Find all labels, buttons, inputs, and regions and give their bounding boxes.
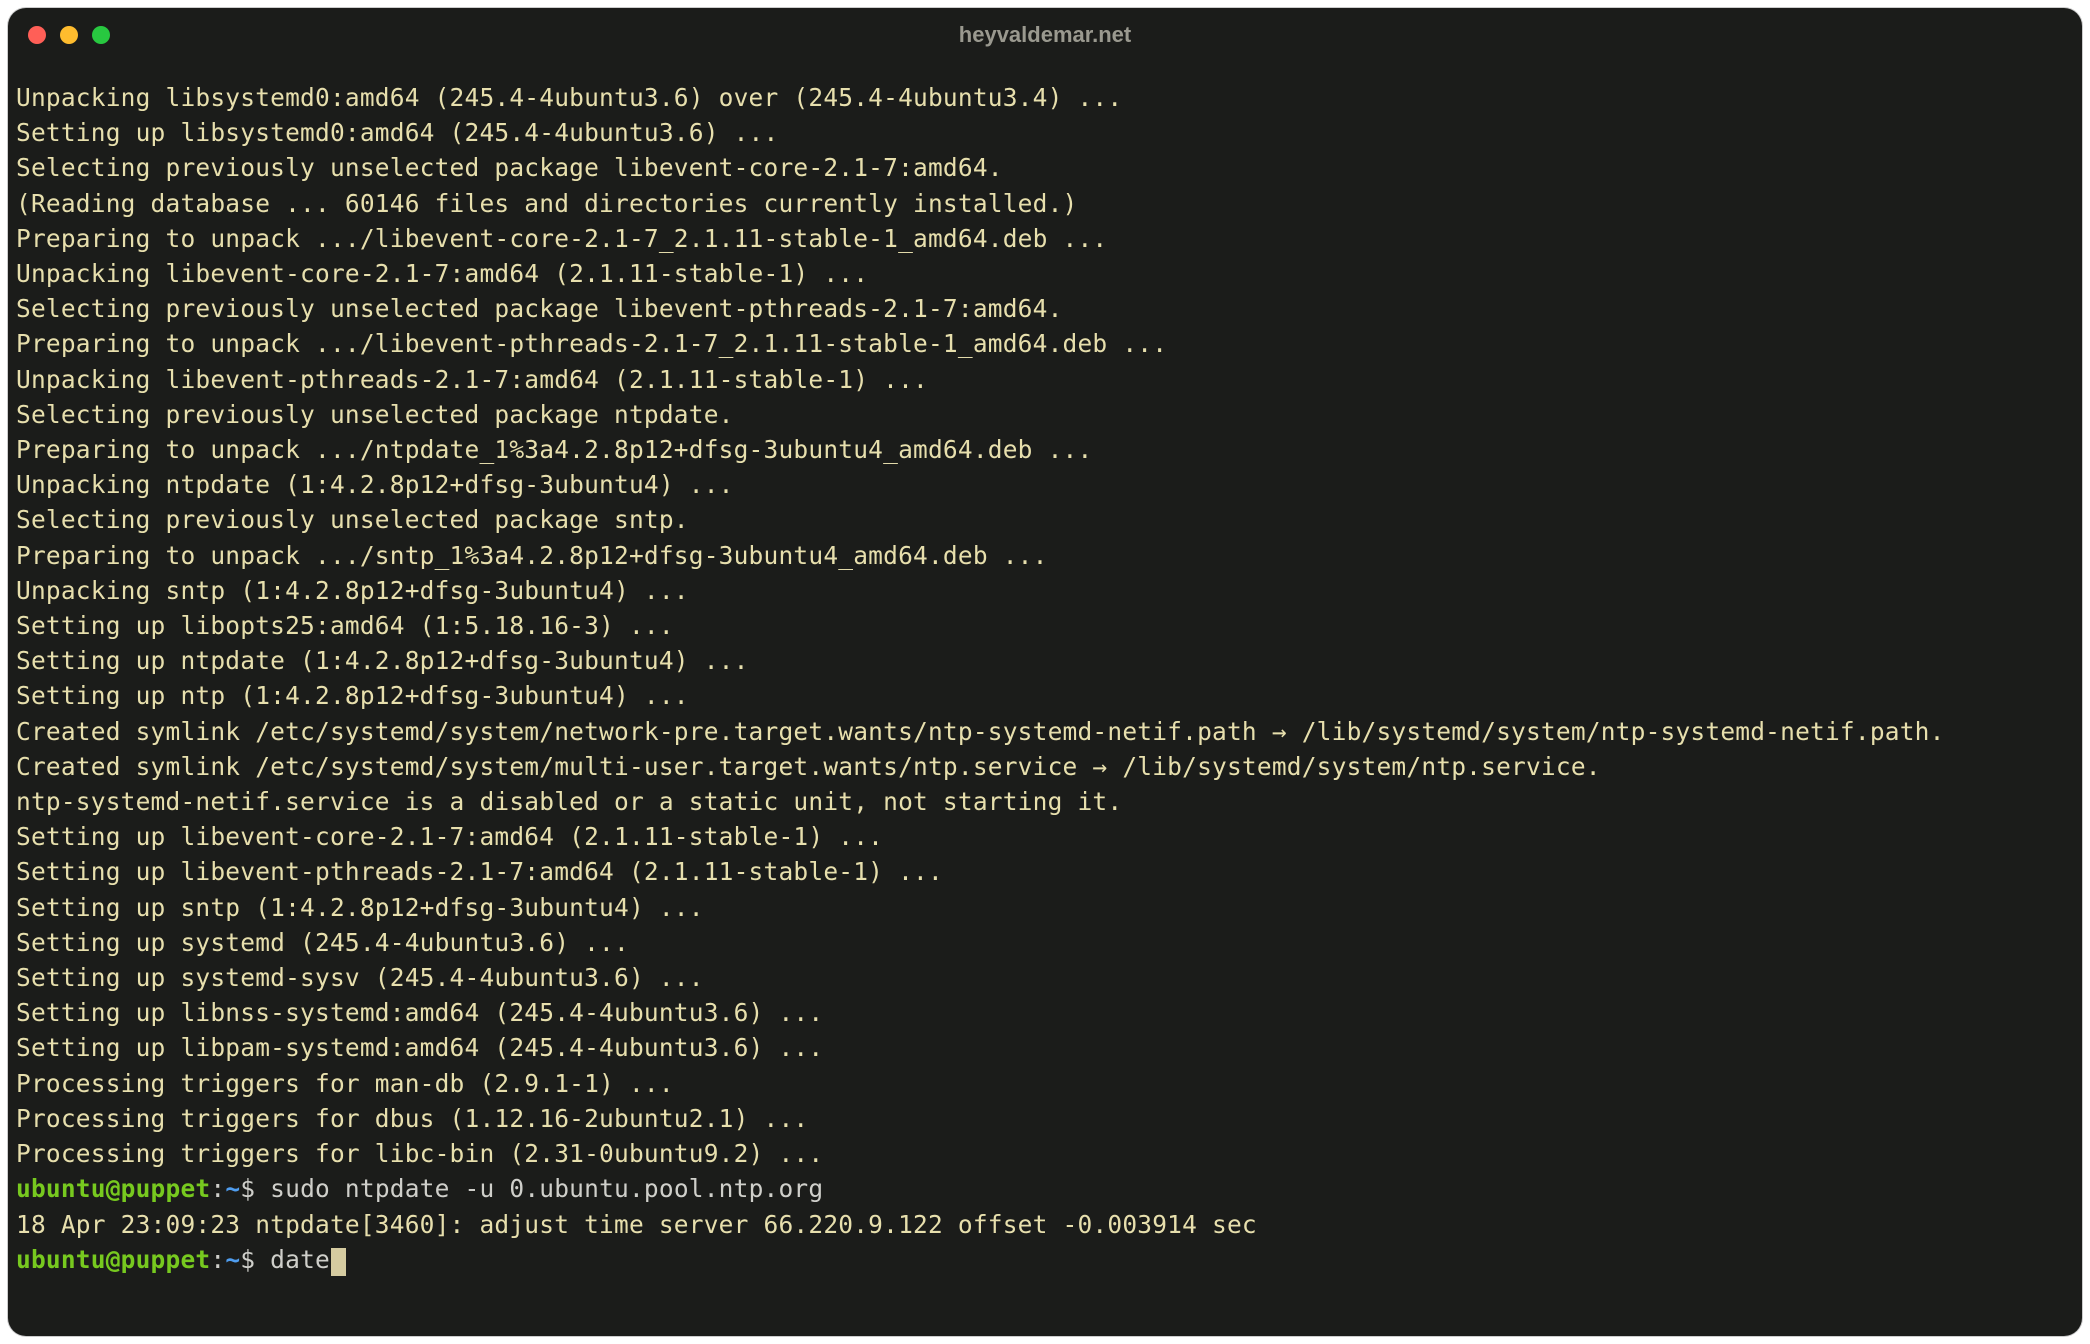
terminal-line: Created symlink /etc/systemd/system/netw…: [16, 714, 2074, 749]
window-controls: [28, 26, 110, 44]
window-title: heyvaldemar.net: [8, 22, 2082, 48]
prompt-path: ~: [225, 1174, 240, 1203]
terminal-line: Preparing to unpack .../sntp_1%3a4.2.8p1…: [16, 538, 2074, 573]
terminal-line: Setting up libopts25:amd64 (1:5.18.16-3)…: [16, 608, 2074, 643]
terminal-line: Preparing to unpack .../ntpdate_1%3a4.2.…: [16, 432, 2074, 467]
terminal-window: heyvaldemar.net Unpacking libsystemd0:am…: [8, 8, 2082, 1336]
terminal-line: Processing triggers for libc-bin (2.31-0…: [16, 1136, 2074, 1171]
terminal-line: Setting up libpam-systemd:amd64 (245.4-4…: [16, 1030, 2074, 1065]
prompt-dollar: $: [240, 1174, 270, 1203]
close-icon[interactable]: [28, 26, 46, 44]
terminal-line: Setting up libevent-core-2.1-7:amd64 (2.…: [16, 819, 2074, 854]
prompt-dollar: $: [240, 1245, 270, 1274]
terminal-line: 18 Apr 23:09:23 ntpdate[3460]: adjust ti…: [16, 1207, 2074, 1242]
terminal-line: Processing triggers for man-db (2.9.1-1)…: [16, 1066, 2074, 1101]
terminal-line: Unpacking ntpdate (1:4.2.8p12+dfsg-3ubun…: [16, 467, 2074, 502]
prompt-command[interactable]: date: [270, 1245, 330, 1274]
terminal-line: Selecting previously unselected package …: [16, 150, 2074, 185]
terminal-line: Setting up systemd-sysv (245.4-4ubuntu3.…: [16, 960, 2074, 995]
terminal-line: Selecting previously unselected package …: [16, 291, 2074, 326]
terminal-line: Preparing to unpack .../libevent-core-2.…: [16, 221, 2074, 256]
terminal-line: Unpacking libsystemd0:amd64 (245.4-4ubun…: [16, 80, 2074, 115]
terminal-line: Setting up libnss-systemd:amd64 (245.4-4…: [16, 995, 2074, 1030]
terminal-line: ntp-systemd-netif.service is a disabled …: [16, 784, 2074, 819]
terminal-line: (Reading database ... 60146 files and di…: [16, 186, 2074, 221]
terminal-line: Setting up systemd (245.4-4ubuntu3.6) ..…: [16, 925, 2074, 960]
terminal-line: Unpacking libevent-pthreads-2.1-7:amd64 …: [16, 362, 2074, 397]
minimize-icon[interactable]: [60, 26, 78, 44]
terminal-line: Unpacking libevent-core-2.1-7:amd64 (2.1…: [16, 256, 2074, 291]
terminal-line: Selecting previously unselected package …: [16, 502, 2074, 537]
terminal-line: Setting up libsystemd0:amd64 (245.4-4ubu…: [16, 115, 2074, 150]
terminal-line: Unpacking sntp (1:4.2.8p12+dfsg-3ubuntu4…: [16, 573, 2074, 608]
prompt-line: ubuntu@puppet:~$ sudo ntpdate -u 0.ubunt…: [16, 1171, 2074, 1206]
prompt-separator: :: [210, 1174, 225, 1203]
terminal-line: Setting up libevent-pthreads-2.1-7:amd64…: [16, 854, 2074, 889]
terminal-output[interactable]: Unpacking libsystemd0:amd64 (245.4-4ubun…: [8, 62, 2082, 1287]
titlebar: heyvaldemar.net: [8, 8, 2082, 62]
prompt-line: ubuntu@puppet:~$ date: [16, 1242, 2074, 1277]
prompt-command[interactable]: sudo ntpdate -u 0.ubuntu.pool.ntp.org: [270, 1174, 823, 1203]
prompt-userhost: ubuntu@puppet: [16, 1245, 210, 1274]
maximize-icon[interactable]: [92, 26, 110, 44]
cursor-icon: [331, 1248, 346, 1276]
terminal-line: Processing triggers for dbus (1.12.16-2u…: [16, 1101, 2074, 1136]
prompt-separator: :: [210, 1245, 225, 1274]
terminal-line: Created symlink /etc/systemd/system/mult…: [16, 749, 2074, 784]
prompt-userhost: ubuntu@puppet: [16, 1174, 210, 1203]
terminal-line: Setting up ntpdate (1:4.2.8p12+dfsg-3ubu…: [16, 643, 2074, 678]
terminal-line: Setting up sntp (1:4.2.8p12+dfsg-3ubuntu…: [16, 890, 2074, 925]
terminal-line: Preparing to unpack .../libevent-pthread…: [16, 326, 2074, 361]
terminal-line: Selecting previously unselected package …: [16, 397, 2074, 432]
prompt-path: ~: [225, 1245, 240, 1274]
terminal-line: Setting up ntp (1:4.2.8p12+dfsg-3ubuntu4…: [16, 678, 2074, 713]
